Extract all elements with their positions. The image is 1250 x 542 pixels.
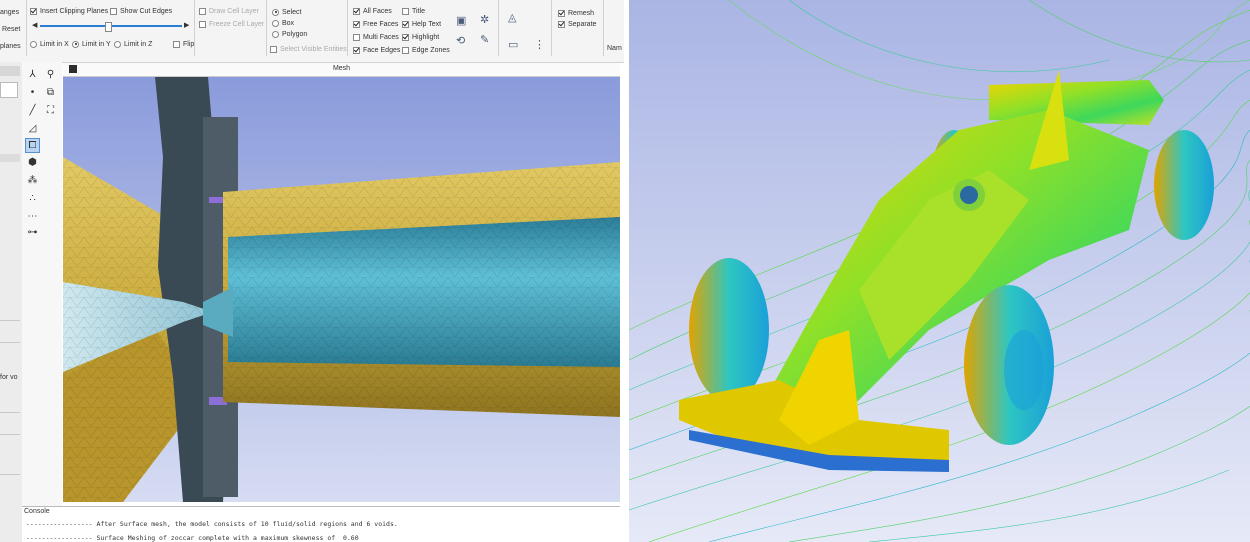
sidebar-label: for vo: [0, 374, 18, 381]
clipping-slider[interactable]: [40, 22, 182, 32]
console-title: Console: [24, 508, 50, 515]
face-edges-checkbox[interactable]: Face Edges: [353, 45, 400, 55]
show-cut-edges-checkbox[interactable]: Show Cut Edges: [110, 6, 172, 16]
remesh-checkbox[interactable]: Remesh: [558, 8, 594, 18]
radio-icon: [272, 30, 279, 38]
title-checkbox[interactable]: Title: [402, 6, 425, 16]
help-text-checkbox[interactable]: Help Text: [402, 19, 441, 29]
limit-x-radio[interactable]: Limit in X: [30, 39, 69, 49]
check-icon: [353, 7, 360, 15]
point-tool-icon[interactable]: •: [26, 86, 39, 99]
check-icon: [30, 7, 37, 15]
viewport-title: Mesh: [332, 65, 351, 72]
radio-icon: [30, 40, 37, 48]
check-icon: [402, 46, 409, 54]
check-icon: [353, 46, 360, 54]
ruler-icon[interactable]: ▭: [508, 38, 518, 51]
select-tool-icon[interactable]: ⧠: [25, 138, 40, 153]
sidebar-divider: [0, 434, 20, 435]
check-icon: [558, 9, 565, 17]
radio-icon: [114, 40, 121, 48]
line-tool-icon[interactable]: ╱: [26, 104, 39, 117]
meshing-app: anges Reset planes Insert Clipping Plane…: [0, 0, 624, 542]
link-tool-icon[interactable]: ⊶: [26, 226, 39, 239]
sidebar-divider: [0, 342, 20, 343]
cube-icon[interactable]: ⬢: [26, 156, 39, 169]
ribbon-label-planes: planes: [0, 42, 21, 50]
check-icon: [199, 20, 206, 28]
viewport-header: Mesh: [63, 63, 620, 77]
cfd-render-panel: [629, 0, 1250, 542]
region-tool-icon[interactable]: ⛶: [44, 104, 57, 117]
zoom-icon[interactable]: ▣: [456, 14, 466, 27]
box-radio[interactable]: Box: [272, 18, 294, 28]
console-line: ----------------- After Surface mesh, th…: [26, 520, 398, 528]
console-line: ----------------- Surface Meshing of zoc…: [26, 534, 359, 542]
free-faces-checkbox[interactable]: Free Faces: [353, 19, 398, 29]
radio-icon: [72, 40, 79, 48]
polygon-radio[interactable]: Polygon: [272, 29, 307, 39]
sidebar-field[interactable]: [0, 66, 20, 76]
limit-z-radio[interactable]: Limit in Z: [114, 39, 152, 49]
check-icon: [402, 7, 409, 15]
slider-thumb[interactable]: [105, 22, 113, 32]
scatter-tool-icon[interactable]: ∴: [26, 192, 39, 205]
sidebar-input[interactable]: [0, 82, 18, 98]
all-faces-checkbox[interactable]: All Faces: [353, 6, 392, 16]
sidebar-divider: [0, 320, 20, 321]
edge-zones-checkbox[interactable]: Edge Zones: [402, 45, 450, 55]
check-icon: [353, 33, 360, 41]
multi-faces-checkbox[interactable]: Multi Faces: [353, 32, 399, 42]
select-visible-entities-checkbox[interactable]: Select Visible Entities: [270, 44, 347, 54]
mesh-render: [63, 77, 620, 502]
triangle-tool-icon[interactable]: ◿: [26, 122, 39, 135]
node-icon[interactable]: ◬: [508, 11, 516, 24]
console-panel: Console ----------------- After Surface …: [22, 506, 620, 542]
pen-icon[interactable]: ✎: [480, 33, 489, 46]
copy-tool-icon[interactable]: ⧉: [44, 86, 57, 99]
sidebar-divider: [0, 474, 20, 475]
insert-clipping-planes-checkbox[interactable]: Insert Clipping Planes: [30, 6, 108, 16]
limit-y-radio[interactable]: Limit in Y: [72, 39, 111, 49]
slider-right-arrow-icon[interactable]: ▶: [184, 21, 189, 29]
ribbon-label-reset[interactable]: Reset: [2, 24, 20, 34]
sidebar-divider: [0, 412, 20, 413]
rotate-icon[interactable]: ⟲: [456, 34, 465, 47]
freeze-cell-layer-checkbox[interactable]: Freeze Cell Layer: [199, 19, 264, 29]
check-icon: [199, 7, 206, 15]
more-icon[interactable]: ⋮: [534, 38, 545, 51]
check-icon: [402, 20, 409, 28]
axis-tool-icon[interactable]: ⅄: [26, 68, 39, 81]
check-icon: [110, 7, 117, 15]
highlight-checkbox[interactable]: Highlight: [402, 32, 439, 42]
flip-checkbox[interactable]: Flip: [173, 39, 194, 49]
name-label: Nam: [607, 44, 622, 52]
check-icon: [558, 20, 565, 28]
sidebar-field[interactable]: [0, 154, 20, 162]
snowflake-icon[interactable]: ✲: [480, 13, 489, 26]
slider-left-arrow-icon[interactable]: ◀: [32, 21, 37, 29]
check-icon: [402, 33, 409, 41]
mesh-viewport[interactable]: [63, 77, 620, 502]
separate-checkbox[interactable]: Separate: [558, 19, 596, 29]
radio-icon: [272, 19, 279, 27]
ribbon-toolbar: anges Reset planes Insert Clipping Plane…: [0, 0, 624, 63]
check-icon: [173, 40, 180, 48]
tool-palette: ⅄ ⚲ • ⧉ ╱ ⛶ ◿ ⧠ ⬢ ⁂ ∴ ⋯ ⊶: [22, 62, 62, 507]
node-tool-icon[interactable]: ⚲: [44, 68, 57, 81]
dots-tool-icon[interactable]: ⋯: [26, 210, 39, 223]
radio-icon: [272, 8, 279, 16]
ribbon-label-changes: anges: [0, 8, 20, 16]
check-icon: [270, 45, 277, 53]
stack-icon[interactable]: ⁂: [26, 174, 39, 187]
cfd-render: [629, 0, 1250, 542]
left-sidebar: for vo: [0, 62, 23, 542]
draw-cell-layer-checkbox[interactable]: Draw Cell Layer: [199, 6, 259, 16]
select-radio[interactable]: Select: [272, 7, 301, 17]
check-icon: [353, 20, 360, 28]
